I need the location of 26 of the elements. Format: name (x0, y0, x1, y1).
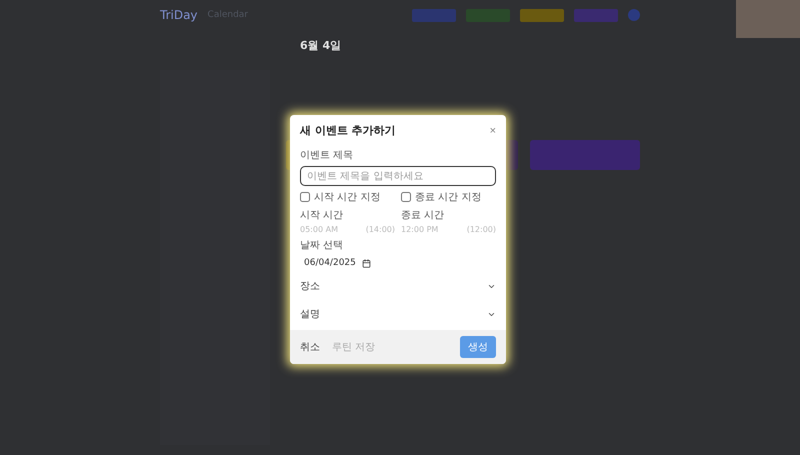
toolbar-button[interactable] (520, 8, 564, 22)
title-input-field[interactable]: 이벤트 제목을 입력하세요 (300, 166, 496, 186)
close-button[interactable]: × (490, 124, 496, 136)
checkbox[interactable] (401, 192, 411, 202)
time-hint: (14:00) (366, 225, 395, 234)
field-label: 시작 시간 (300, 209, 344, 222)
avatar[interactable] (628, 9, 640, 21)
toolbar-button[interactable] (574, 8, 618, 22)
checkbox[interactable] (300, 192, 310, 202)
field-label: 종료 시간 (401, 209, 446, 222)
toolbar-button[interactable] (466, 8, 510, 22)
time-value: 12:00 PM (401, 225, 438, 234)
time-value: 05:00 AM (300, 225, 338, 234)
video-placeholder (736, 0, 800, 38)
field-label: 날짜 선택 (300, 239, 344, 252)
checkbox-label: 시작 시간 지정 (314, 191, 380, 204)
toolbar-button[interactable] (412, 8, 456, 22)
calendar-icon (362, 258, 371, 268)
cancel-button[interactable]: 취소 (300, 340, 320, 354)
field-label: 이벤트 제목 (300, 149, 354, 162)
dialog-title: 새 이벤트 추가하기 (300, 123, 396, 138)
app-logo: TriDay (160, 8, 198, 22)
current-date: 6월 4일 (300, 38, 342, 52)
time-hint: (12:00) (466, 225, 496, 234)
checkbox-label: 종료 시간 지정 (415, 191, 482, 204)
date-input-field[interactable]: 06/04/2025 (300, 256, 375, 270)
